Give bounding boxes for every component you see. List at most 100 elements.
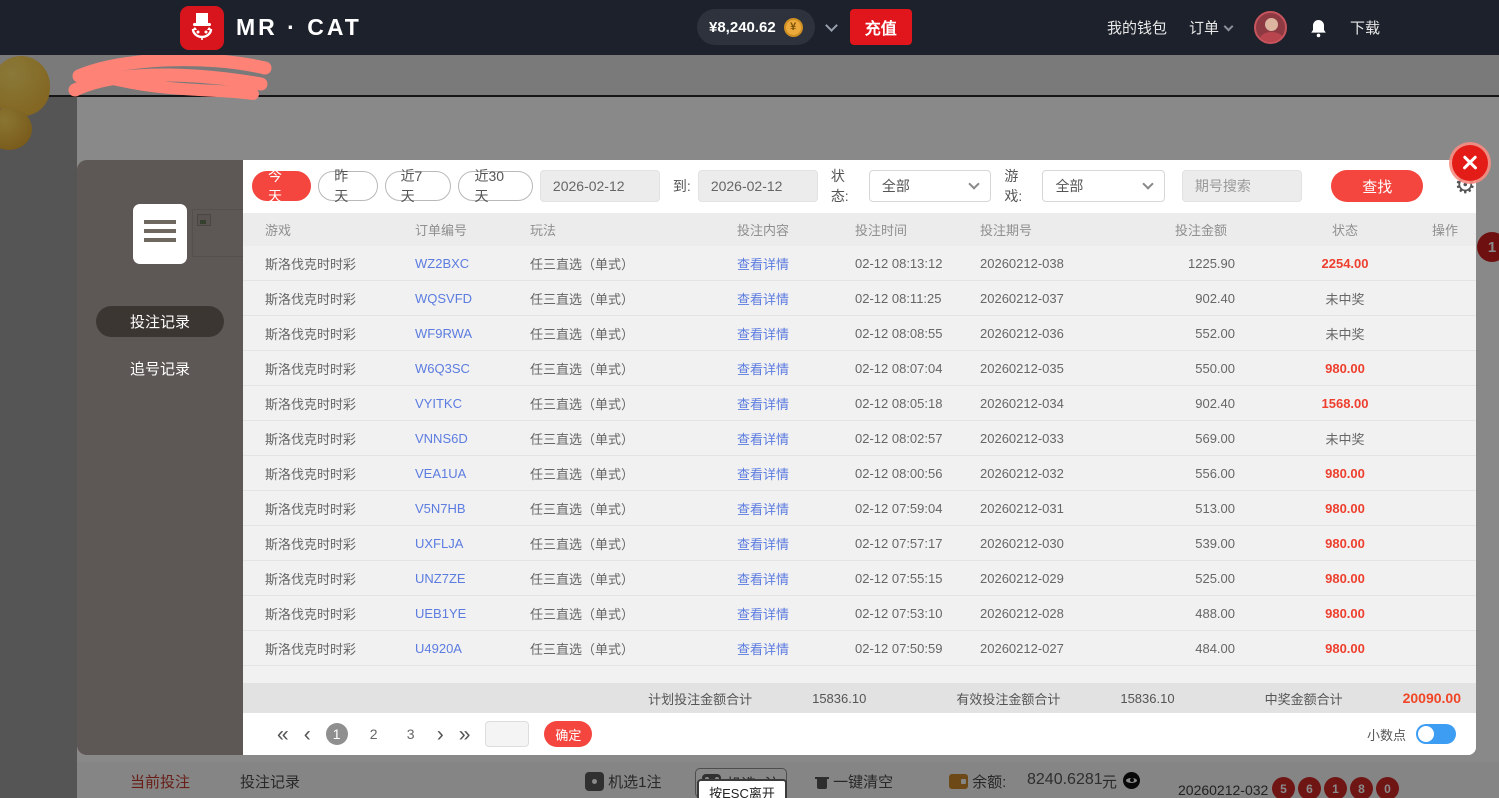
cell-status: 980.00 <box>1325 605 1365 621</box>
view-details-link[interactable]: 查看详情 <box>737 464 855 483</box>
pagination-bar: « ‹ 123 › » 确定 小数点 <box>243 713 1476 755</box>
order-number-link[interactable]: U4920A <box>415 641 530 656</box>
brand-logo-icon[interactable] <box>180 6 224 50</box>
cell-bet-period: 20260212-036 <box>980 325 1064 341</box>
filter-today[interactable]: 今天 <box>252 168 312 204</box>
search-button[interactable]: 查找 <box>1330 170 1424 202</box>
period-search-input[interactable] <box>1181 170 1302 202</box>
view-details-link[interactable]: 查看详情 <box>737 324 855 343</box>
order-number-link[interactable]: V5N7HB <box>415 501 530 516</box>
filter-yesterday[interactable]: 昨天 <box>318 168 378 204</box>
page-button-3[interactable]: 3 <box>400 726 422 742</box>
table-row: 斯洛伐克时时彩 UNZ7ZE 任三直选（单式） 查看详情 02-12 07:55:15 2… <box>243 561 1476 596</box>
wallet-balance-pill[interactable]: ¥8,240.62 ¥ <box>697 9 815 45</box>
cell-status: 980.00 <box>1325 360 1365 376</box>
order-number-link[interactable]: W6Q3SC <box>415 361 530 376</box>
cell-bet-amount: 902.40 <box>1195 290 1235 306</box>
view-details-link[interactable]: 查看详情 <box>737 499 855 518</box>
cell-status: 980.00 <box>1325 640 1365 656</box>
page-jump-input[interactable] <box>485 721 530 747</box>
cell-game: 斯洛伐克时时彩 <box>265 361 357 377</box>
view-details-link[interactable]: 查看详情 <box>737 254 855 273</box>
cell-status: 980.00 <box>1325 570 1365 586</box>
prev-page-button[interactable]: ‹ <box>304 724 311 745</box>
my-wallet-link[interactable]: 我的钱包 <box>1107 17 1167 38</box>
cell-bet-time: 02-12 07:59:04 <box>855 500 943 516</box>
date-to-input[interactable] <box>697 170 818 202</box>
view-details-link[interactable]: 查看详情 <box>737 639 855 658</box>
cell-game: 斯洛伐克时时彩 <box>265 501 357 517</box>
decimal-toggle[interactable] <box>1416 724 1456 744</box>
view-details-link[interactable]: 查看详情 <box>737 289 855 308</box>
cell-bet-period: 20260212-031 <box>980 500 1064 516</box>
order-number-link[interactable]: UXFLJA <box>415 536 530 551</box>
bell-icon[interactable] <box>1309 18 1328 38</box>
cell-playtype: 任三直选（单式） <box>530 641 635 657</box>
cell-game: 斯洛伐克时时彩 <box>265 571 357 587</box>
wallet-balance-value: ¥8,240.62 <box>709 18 776 36</box>
order-number-link[interactable]: WF9RWA <box>415 326 530 341</box>
order-number-link[interactable]: VEA1UA <box>415 466 530 481</box>
table-row: 斯洛伐克时时彩 WF9RWA 任三直选（单式） 查看详情 02-12 08:08:55 2… <box>243 316 1476 351</box>
view-details-link[interactable]: 查看详情 <box>737 604 855 623</box>
screen: ¥ 8240.6281 投注记录 ♪ 音效设定 <box>0 0 1499 798</box>
order-number-link[interactable]: VYITKC <box>415 396 530 411</box>
page-button-1[interactable]: 1 <box>325 723 348 745</box>
cell-bet-period: 20260212-035 <box>980 360 1064 376</box>
filter-last30[interactable]: 近30天 <box>458 168 533 204</box>
cell-bet-time: 02-12 08:07:04 <box>855 360 943 376</box>
order-number-link[interactable]: VNNS6D <box>415 431 530 446</box>
order-number-link[interactable]: UEB1YE <box>415 606 530 621</box>
view-details-link[interactable]: 查看详情 <box>737 394 855 413</box>
cell-game: 斯洛伐克时时彩 <box>265 536 357 552</box>
recharge-button[interactable]: 充值 <box>849 9 912 45</box>
cell-playtype: 任三直选（单式） <box>530 536 635 552</box>
last-page-button[interactable]: » <box>459 724 471 745</box>
order-number-link[interactable]: WQSVFD <box>415 291 530 306</box>
cell-bet-period: 20260212-027 <box>980 640 1064 656</box>
cell-game: 斯洛伐克时时彩 <box>265 291 357 307</box>
order-number-link[interactable]: WZ2BXC <box>415 256 530 271</box>
game-select[interactable]: 全部 <box>1042 170 1165 202</box>
cell-playtype: 任三直选（单式） <box>530 606 635 622</box>
next-page-button[interactable]: › <box>437 724 444 745</box>
close-modal-button[interactable] <box>1452 145 1488 181</box>
date-from-input[interactable] <box>539 170 660 202</box>
view-details-link[interactable]: 查看详情 <box>737 429 855 448</box>
first-page-button[interactable]: « <box>277 724 289 745</box>
view-details-link[interactable]: 查看详情 <box>737 534 855 553</box>
column-header: 订单编号 <box>415 223 468 238</box>
table-body: 斯洛伐克时时彩 WZ2BXC 任三直选（单式） 查看详情 02-12 08:13:12 2… <box>243 246 1476 666</box>
page-jump-confirm-button[interactable]: 确定 <box>544 721 593 747</box>
cell-playtype: 任三直选（单式） <box>530 571 635 587</box>
view-details-link[interactable]: 查看详情 <box>737 569 855 588</box>
cell-status: 未中奖 <box>1325 291 1365 307</box>
chevron-down-icon <box>1142 178 1154 190</box>
table-row: 斯洛伐克时时彩 U4920A 任三直选（单式） 查看详情 02-12 07:50:59 2… <box>243 631 1476 666</box>
avatar[interactable] <box>1253 11 1287 44</box>
chevron-down-icon[interactable] <box>824 18 838 32</box>
cell-status: 未中奖 <box>1325 326 1365 342</box>
esc-tooltip: 按ESC离开 <box>697 779 787 798</box>
cell-bet-period: 20260212-032 <box>980 465 1064 481</box>
game-select-value: 全部 <box>1055 178 1084 194</box>
cell-playtype: 任三直选（单式） <box>530 396 635 412</box>
sidebar-item-chase-records[interactable]: 追号记录 <box>130 358 190 379</box>
cell-bet-amount: 539.00 <box>1195 535 1235 551</box>
cell-playtype: 任三直选（单式） <box>530 466 635 482</box>
top-navigation-bar: MR · CAT ¥8,240.62 ¥ 充值 我的钱包 订单 下载 <box>0 0 1499 55</box>
filter-last7[interactable]: 近7天 <box>384 168 452 204</box>
orders-menu[interactable]: 订单 <box>1189 17 1234 38</box>
download-link[interactable]: 下载 <box>1350 17 1380 38</box>
view-details-link[interactable]: 查看详情 <box>737 359 855 378</box>
to-label: 到: <box>672 178 691 194</box>
order-number-link[interactable]: UNZ7ZE <box>415 571 530 586</box>
table-row: 斯洛伐克时时彩 V5N7HB 任三直选（单式） 查看详情 02-12 07:59:04 2… <box>243 491 1476 526</box>
table-row: 斯洛伐克时时彩 VYITKC 任三直选（单式） 查看详情 02-12 08:05:18 2… <box>243 386 1476 421</box>
status-select[interactable]: 全部 <box>868 170 992 202</box>
column-header: 玩法 <box>530 223 557 238</box>
page-numbers: 123 <box>325 723 422 745</box>
page-button-2[interactable]: 2 <box>363 726 385 742</box>
sidebar-item-bet-records[interactable]: 投注记录 <box>96 306 224 337</box>
records-document-icon <box>133 204 187 264</box>
